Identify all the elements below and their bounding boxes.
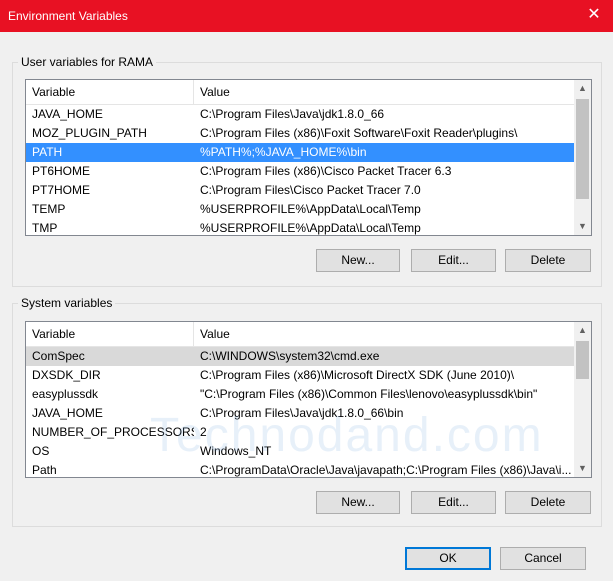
variable-cell: JAVA_HOME — [32, 406, 103, 420]
table-row[interactable]: MOZ_PLUGIN_PATH C:\Program Files (x86)\F… — [26, 124, 574, 143]
column-header-value[interactable]: Value — [194, 80, 574, 104]
variable-cell: ComSpec — [32, 349, 85, 363]
variable-cell: NUMBER_OF_PROCESSORS — [32, 425, 194, 439]
value-cell: "C:\Program Files (x86)\Common Files\len… — [200, 387, 538, 401]
table-row[interactable]: PT7HOME C:\Program Files\Cisco Packet Tr… — [26, 181, 574, 200]
chevron-up-icon[interactable]: ▲ — [574, 80, 591, 97]
value-cell: C:\Program Files\Java\jdk1.8.0_66\bin — [200, 406, 404, 420]
table-row[interactable]: JAVA_HOME C:\Program Files\Java\jdk1.8.0… — [26, 105, 574, 124]
close-icon[interactable]: ✕ — [585, 6, 603, 24]
table-row[interactable]: OS Windows_NT — [26, 442, 574, 461]
list-header: Variable Value — [26, 80, 574, 105]
scrollbar-thumb[interactable] — [576, 341, 589, 379]
table-row[interactable]: DXSDK_DIR C:\Program Files (x86)\Microso… — [26, 366, 574, 385]
system-variables-list[interactable]: Variable Value ComSpec C:\WINDOWS\system… — [25, 321, 592, 478]
variable-cell: JAVA_HOME — [32, 107, 103, 121]
table-row[interactable]: TEMP %USERPROFILE%\AppData\Local\Temp — [26, 200, 574, 219]
variable-cell: PATH — [32, 145, 63, 159]
system-delete-button[interactable]: Delete — [505, 491, 591, 514]
table-row[interactable]: TMP %USERPROFILE%\AppData\Local\Temp — [26, 219, 574, 235]
value-cell: C:\WINDOWS\system32\cmd.exe — [200, 349, 380, 363]
variable-cell: Path — [32, 463, 57, 477]
column-header-variable[interactable]: Variable — [26, 80, 194, 104]
list-header: Variable Value — [26, 322, 574, 347]
table-row[interactable]: Path C:\ProgramData\Oracle\Java\javapath… — [26, 461, 574, 477]
table-row-focused[interactable]: ComSpec C:\WINDOWS\system32\cmd.exe — [26, 347, 574, 366]
user-variables-label: User variables for RAMA — [18, 55, 157, 69]
value-cell: %USERPROFILE%\AppData\Local\Temp — [200, 221, 421, 235]
table-row[interactable]: easyplussdk "C:\Program Files (x86)\Comm… — [26, 385, 574, 404]
value-cell: C:\Program Files\Cisco Packet Tracer 7.0 — [200, 183, 421, 197]
variable-cell: TEMP — [32, 202, 66, 216]
system-new-button[interactable]: New... — [316, 491, 400, 514]
variable-cell: MOZ_PLUGIN_PATH — [32, 126, 147, 140]
variable-cell: PT7HOME — [32, 183, 91, 197]
window-title: Environment Variables — [8, 9, 128, 23]
value-cell: %USERPROFILE%\AppData\Local\Temp — [200, 202, 421, 216]
ok-button[interactable]: OK — [405, 547, 491, 570]
table-row-selected[interactable]: PATH %PATH%;%JAVA_HOME%\bin — [26, 143, 574, 162]
table-row[interactable]: NUMBER_OF_PROCESSORS 2 — [26, 423, 574, 442]
value-cell: C:\Program Files (x86)\Microsoft DirectX… — [200, 368, 515, 382]
user-new-button[interactable]: New... — [316, 249, 400, 272]
vertical-scrollbar[interactable]: ▲ ▼ — [574, 322, 591, 477]
system-edit-button[interactable]: Edit... — [411, 491, 496, 514]
chevron-up-icon[interactable]: ▲ — [574, 322, 591, 339]
value-cell: Windows_NT — [200, 444, 272, 458]
value-cell: 2 — [200, 425, 207, 439]
chevron-down-icon[interactable]: ▼ — [574, 218, 591, 235]
value-cell: %PATH%;%JAVA_HOME%\bin — [200, 145, 367, 159]
column-header-value[interactable]: Value — [194, 322, 574, 346]
list-rows: JAVA_HOME C:\Program Files\Java\jdk1.8.0… — [26, 105, 574, 235]
table-row[interactable]: PT6HOME C:\Program Files (x86)\Cisco Pac… — [26, 162, 574, 181]
user-variables-list[interactable]: Variable Value JAVA_HOME C:\Program File… — [25, 79, 592, 236]
variable-cell: TMP — [32, 221, 58, 235]
vertical-scrollbar[interactable]: ▲ ▼ — [574, 80, 591, 235]
scrollbar-thumb[interactable] — [576, 99, 589, 199]
system-variables-label: System variables — [18, 296, 116, 310]
user-edit-button[interactable]: Edit... — [411, 249, 496, 272]
value-cell: C:\ProgramData\Oracle\Java\javapath;C:\P… — [200, 463, 572, 477]
title-bar: Environment Variables ✕ — [0, 0, 613, 32]
table-row[interactable]: JAVA_HOME C:\Program Files\Java\jdk1.8.0… — [26, 404, 574, 423]
column-header-variable[interactable]: Variable — [26, 322, 194, 346]
value-cell: C:\Program Files (x86)\Cisco Packet Trac… — [200, 164, 452, 178]
chevron-down-icon[interactable]: ▼ — [574, 460, 591, 477]
value-cell: C:\Program Files\Java\jdk1.8.0_66 — [200, 107, 385, 121]
list-rows: ComSpec C:\WINDOWS\system32\cmd.exe DXSD… — [26, 347, 574, 477]
variable-cell: DXSDK_DIR — [32, 368, 101, 382]
variable-cell: PT6HOME — [32, 164, 91, 178]
variable-cell: OS — [32, 444, 50, 458]
user-delete-button[interactable]: Delete — [505, 249, 591, 272]
variable-cell: easyplussdk — [32, 387, 99, 401]
value-cell: C:\Program Files (x86)\Foxit Software\Fo… — [200, 126, 518, 140]
cancel-button[interactable]: Cancel — [500, 547, 586, 570]
